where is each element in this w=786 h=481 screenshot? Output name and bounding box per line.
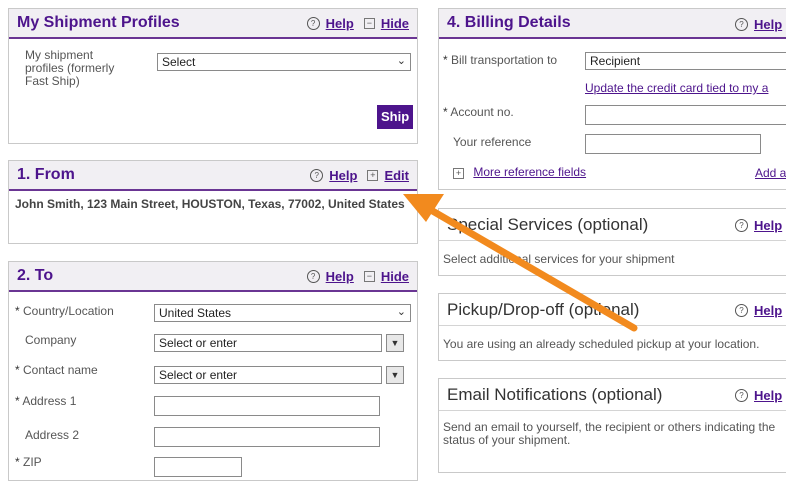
billing-panel: 4. Billing Details ? Help * Bill transpo… [438, 8, 786, 190]
email-panel: Email Notifications (optional) ? Help Se… [438, 378, 786, 473]
help-icon: ? [310, 168, 324, 182]
expand-icon[interactable]: + [367, 169, 379, 181]
from-edit-link[interactable]: Edit [384, 168, 409, 183]
bill-to-label: * Bill transportation to [443, 53, 558, 67]
country-label: * Country/Location [15, 304, 114, 318]
contact-dropdown-button[interactable]: ▼ [386, 366, 404, 384]
billing-title: 4. Billing Details [447, 14, 571, 31]
special-help-link[interactable]: Help [754, 218, 782, 233]
add-link[interactable]: Add a [755, 166, 786, 180]
chevron-down-icon: ⌄ [396, 306, 406, 318]
help-icon: ? [735, 389, 748, 402]
zip-label: * ZIP [15, 455, 42, 469]
to-help-link[interactable]: Help [326, 269, 354, 284]
zip-input[interactable] [154, 457, 242, 477]
special-header: Special Services (optional) ? Help [439, 209, 786, 241]
pickup-panel: Pickup/Drop-off (optional) ? Help You ar… [438, 293, 786, 361]
country-select[interactable]: United States ⌄ [154, 304, 411, 322]
ship-button[interactable]: Ship [377, 105, 414, 129]
email-header: Email Notifications (optional) ? Help [439, 379, 786, 411]
special-text: Select additional services for your ship… [443, 252, 675, 266]
profiles-title: My Shipment Profiles [17, 14, 180, 31]
to-panel: 2. To ? Help − Hide * Country/Location U… [8, 261, 418, 481]
update-credit-card-link[interactable]: Update the credit card tied to my a [585, 81, 768, 95]
billing-header: 4. Billing Details ? Help [439, 9, 786, 39]
company-dropdown-button[interactable]: ▼ [386, 334, 404, 352]
chevron-down-icon: ⌄ [396, 55, 406, 67]
to-hide-link[interactable]: Hide [381, 269, 409, 284]
help-icon: ? [306, 16, 320, 30]
company-label: Company [25, 333, 77, 347]
pickup-header: Pickup/Drop-off (optional) ? Help [439, 294, 786, 326]
reference-label: Your reference [453, 135, 532, 149]
profiles-help-link[interactable]: Help [326, 16, 354, 31]
profiles-hide-link[interactable]: Hide [381, 16, 409, 31]
from-title: 1. From [17, 166, 75, 183]
contact-label: * Contact name [15, 363, 98, 377]
help-icon: ? [306, 269, 320, 283]
more-reference-row: + More reference fields [453, 165, 586, 179]
profiles-header: My Shipment Profiles ? Help − Hide [9, 9, 417, 39]
billing-help-link[interactable]: Help [754, 17, 782, 32]
help-icon: ? [735, 304, 748, 317]
address2-label: Address 2 [25, 428, 80, 442]
from-header: 1. From ? Help + Edit [9, 161, 417, 191]
to-title: 2. To [17, 267, 54, 284]
to-header: 2. To ? Help − Hide [9, 262, 417, 292]
reference-input[interactable] [585, 134, 761, 154]
account-input[interactable] [585, 105, 786, 125]
email-text: Send an email to yourself, the recipient… [443, 420, 776, 447]
address1-input[interactable] [154, 396, 380, 416]
from-address: John Smith, 123 Main Street, HOUSTON, Te… [15, 197, 405, 211]
contact-combo[interactable]: Select or enter [154, 366, 382, 384]
bill-to-select[interactable]: Recipient [585, 52, 786, 70]
account-label: * Account no. [443, 105, 514, 119]
help-icon: ? [735, 219, 748, 232]
pickup-help-link[interactable]: Help [754, 303, 782, 318]
profiles-label: My shipment profiles (formerly Fast Ship… [25, 48, 115, 88]
collapse-icon[interactable]: − [363, 270, 375, 282]
shipment-profiles-panel: My Shipment Profiles ? Help − Hide My sh… [8, 8, 418, 144]
from-help-link[interactable]: Help [329, 168, 357, 183]
company-combo[interactable]: Select or enter [154, 334, 382, 352]
help-icon: ? [735, 18, 748, 31]
email-title: Email Notifications (optional) [447, 384, 663, 404]
address2-input[interactable] [154, 427, 380, 447]
from-panel: 1. From ? Help + Edit John Smith, 123 Ma… [8, 160, 418, 244]
special-title: Special Services (optional) [447, 214, 649, 234]
email-help-link[interactable]: Help [754, 388, 782, 403]
address1-label: * Address 1 [15, 394, 77, 408]
expand-icon[interactable]: + [453, 168, 464, 179]
more-reference-link[interactable]: More reference fields [473, 165, 586, 179]
profiles-select[interactable]: Select ⌄ [157, 53, 411, 71]
special-services-panel: Special Services (optional) ? Help Selec… [438, 208, 786, 276]
pickup-title: Pickup/Drop-off (optional) [447, 299, 640, 319]
collapse-icon[interactable]: − [363, 17, 375, 29]
pickup-text: You are using an already scheduled picku… [443, 337, 760, 351]
